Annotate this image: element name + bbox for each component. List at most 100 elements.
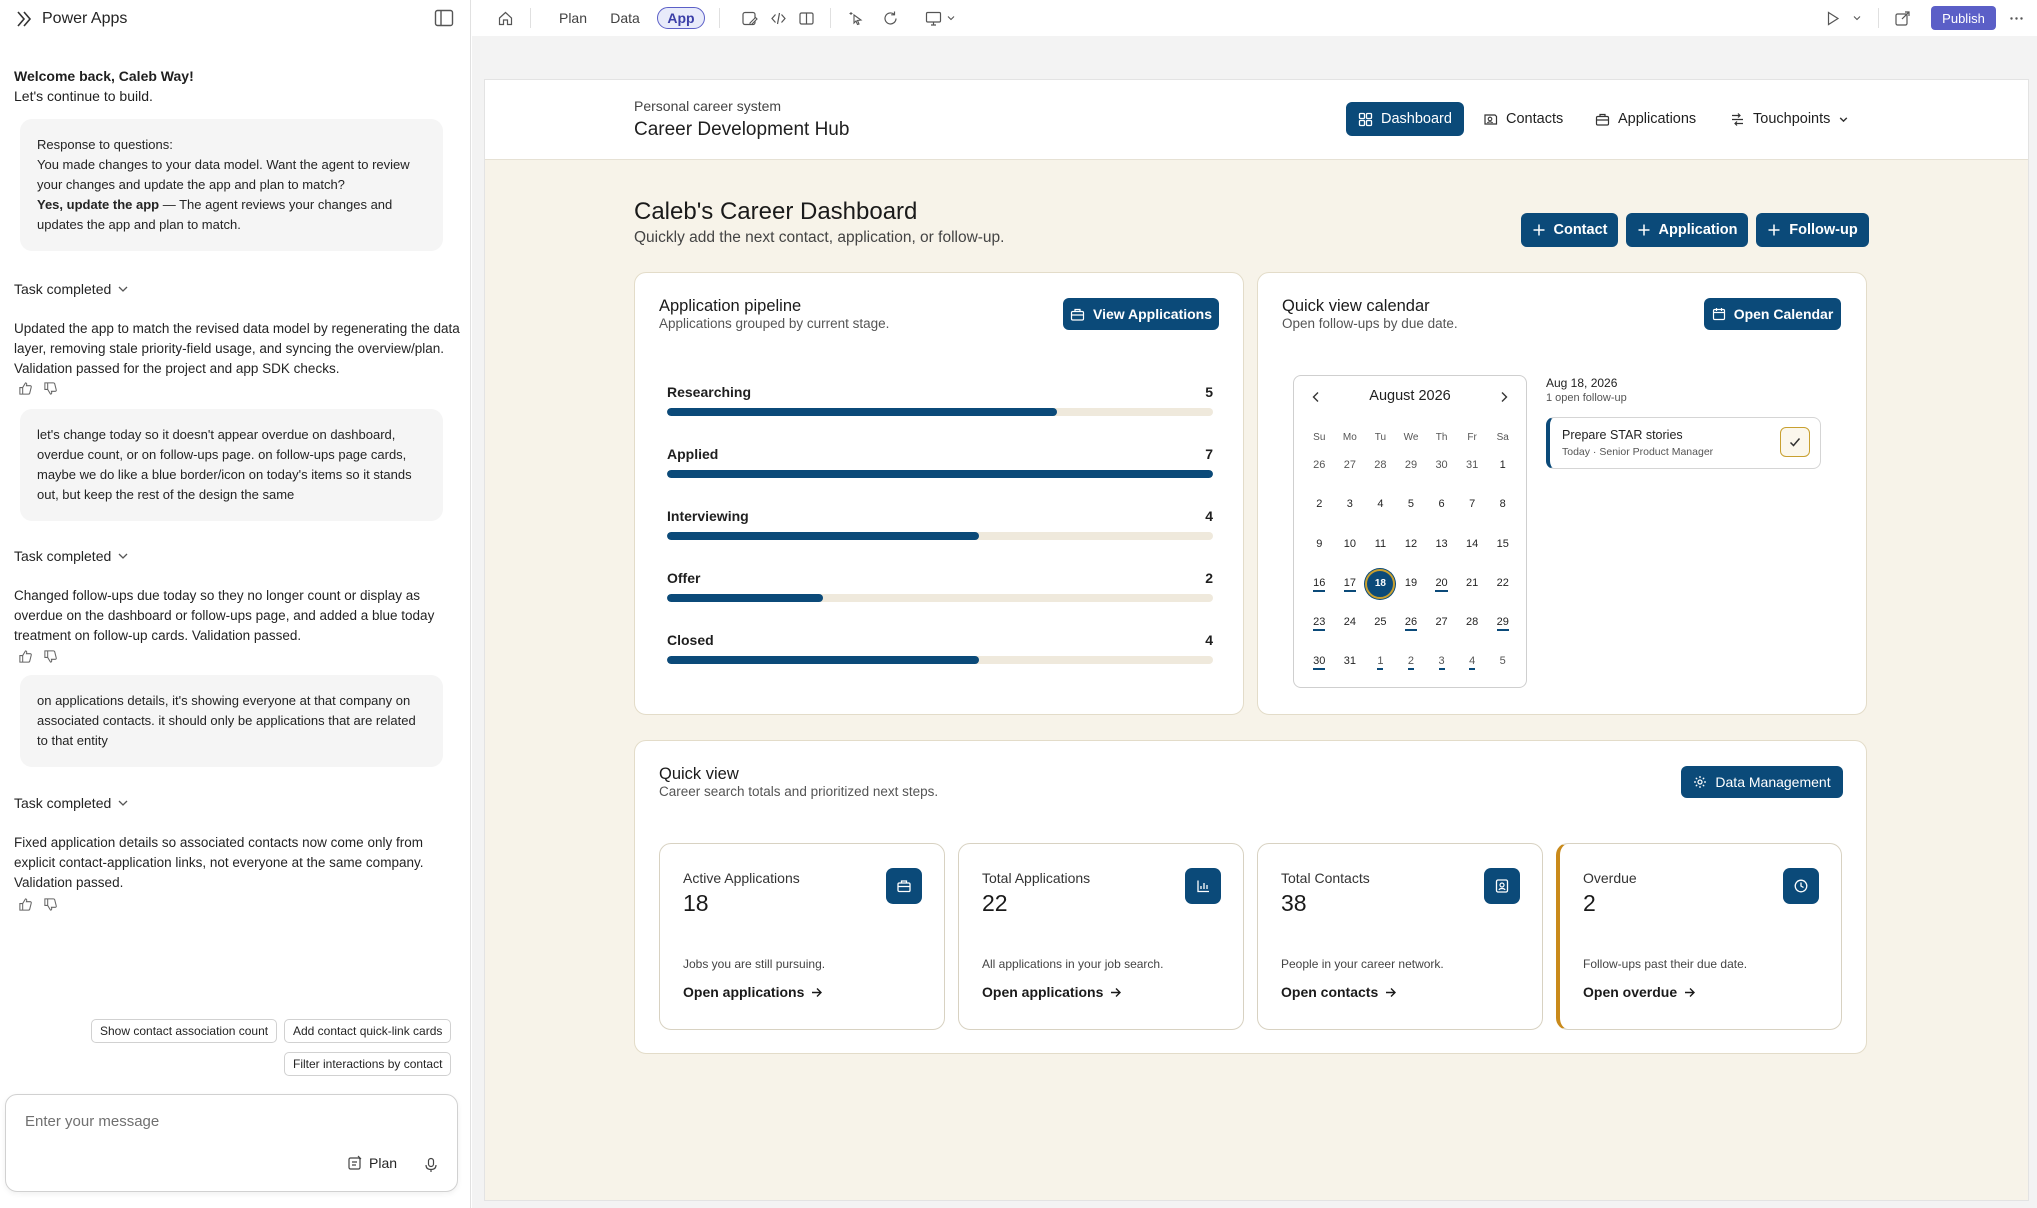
plan-button[interactable]: Plan	[347, 1155, 397, 1171]
add-application-button[interactable]: Application	[1626, 213, 1748, 247]
calendar-day[interactable]: 30	[1304, 648, 1335, 687]
thumbs-down-icon[interactable]	[43, 897, 58, 912]
calendar-day[interactable]: 3	[1426, 648, 1457, 687]
tab-data[interactable]: Data	[605, 7, 645, 29]
open-overdue-link[interactable]: Open overdue	[1583, 984, 1696, 1000]
play-options-dropdown[interactable]	[1851, 7, 1863, 29]
task-completed-label: Task completed	[14, 548, 112, 564]
feedback-row	[18, 897, 58, 912]
calendar-day[interactable]: 25	[1365, 609, 1396, 648]
calendar-day[interactable]: 5	[1396, 491, 1427, 530]
message-input[interactable]: Enter your message	[25, 1113, 159, 1130]
thumbs-up-icon[interactable]	[18, 897, 33, 912]
calendar-day[interactable]: 4	[1457, 648, 1488, 687]
calendar-day[interactable]: 12	[1396, 531, 1427, 570]
calendar-day[interactable]: 19	[1396, 570, 1427, 609]
device-preview-dropdown[interactable]	[922, 7, 958, 29]
calendar-day[interactable]: 28	[1365, 452, 1396, 491]
calendar-day[interactable]: 27	[1335, 452, 1366, 491]
calendar-day[interactable]: 6	[1426, 491, 1457, 530]
calendar-day[interactable]: 26	[1304, 452, 1335, 491]
add-follow-up-button[interactable]: Follow-up	[1756, 213, 1869, 247]
nav-touchpoints[interactable]: Touchpoints	[1718, 102, 1861, 136]
complete-follow-up-button[interactable]	[1780, 427, 1810, 457]
calendar-day[interactable]: 28	[1457, 609, 1488, 648]
calendar-day[interactable]: 16	[1304, 570, 1335, 609]
calendar-day[interactable]: 5	[1487, 648, 1518, 687]
calendar-day[interactable]: 9	[1304, 531, 1335, 570]
suggestion-chip[interactable]: Filter interactions by contact	[284, 1052, 452, 1076]
chevron-right-icon[interactable]	[1497, 390, 1511, 404]
publish-button[interactable]: Publish	[1931, 6, 1996, 30]
code-button[interactable]	[768, 7, 788, 29]
calendar-day[interactable]: 21	[1457, 570, 1488, 609]
suggestion-chip[interactable]: Add contact quick-link cards	[284, 1019, 452, 1043]
nav-dashboard[interactable]: Dashboard	[1346, 102, 1464, 136]
home-button[interactable]	[494, 7, 516, 29]
task-completed-toggle[interactable]: Task completed	[14, 281, 129, 297]
tab-app[interactable]: App	[657, 7, 705, 29]
task-completed-toggle[interactable]: Task completed	[14, 795, 129, 811]
calendar-day[interactable]: 1	[1365, 648, 1396, 687]
panel-toggle-icon[interactable]	[434, 9, 454, 27]
calendar-day[interactable]: 11	[1365, 531, 1396, 570]
response-body: You made changes to your data model. Wan…	[37, 157, 410, 192]
calendar-day[interactable]: 10	[1335, 531, 1366, 570]
calendar-day[interactable]: 24	[1335, 609, 1366, 648]
more-options-button[interactable]	[2006, 7, 2026, 29]
refresh-button[interactable]	[880, 7, 900, 29]
task-completed-toggle[interactable]: Task completed	[14, 548, 129, 564]
thumbs-up-icon[interactable]	[18, 649, 33, 664]
follow-up-card[interactable]: Prepare STAR stories Today · Senior Prod…	[1546, 417, 1821, 469]
add-contact-button[interactable]: Contact	[1521, 213, 1618, 247]
calendar-day[interactable]: 13	[1426, 531, 1457, 570]
nav-applications[interactable]: Applications	[1583, 102, 1708, 136]
calendar-day[interactable]: 29	[1396, 452, 1427, 491]
share-button[interactable]	[1892, 7, 1912, 29]
calendar-day[interactable]: 4	[1365, 491, 1396, 530]
split-view-button[interactable]	[796, 7, 816, 29]
calendar-day[interactable]: 27	[1426, 609, 1457, 648]
tab-plan[interactable]: Plan	[552, 7, 594, 29]
calendar-day[interactable]: 1	[1487, 452, 1518, 491]
copilot-panel: Power Apps Welcome back, Caleb Way! Let'…	[0, 0, 471, 1208]
message-composer[interactable]: Enter your message Plan	[5, 1094, 458, 1192]
thumbs-down-icon[interactable]	[43, 649, 58, 664]
thumbs-down-icon[interactable]	[43, 381, 58, 396]
calendar-day[interactable]: 3	[1335, 491, 1366, 530]
weekday-label: Mo	[1342, 432, 1357, 443]
calendar-day[interactable]: 18	[1365, 568, 1396, 609]
touchpoints-icon	[1732, 112, 1743, 126]
calendar-day[interactable]: 31	[1335, 648, 1366, 687]
calendar-day[interactable]: 2	[1304, 491, 1335, 530]
stat-card-total-contacts: Total Contacts 38 People in your career …	[1257, 843, 1543, 1030]
edit-button[interactable]	[739, 7, 759, 29]
calendar-day-number: 31	[1343, 655, 1356, 668]
calendar-day[interactable]: 22	[1487, 570, 1518, 609]
open-contacts-link[interactable]: Open contacts	[1281, 984, 1397, 1000]
calendar-day[interactable]: 31	[1457, 452, 1488, 491]
calendar-day[interactable]: 20	[1426, 570, 1457, 609]
calendar-day[interactable]: 30	[1426, 452, 1457, 491]
calendar-day[interactable]: 17	[1335, 570, 1366, 609]
open-applications-link[interactable]: Open applications	[683, 984, 823, 1000]
thumbs-up-icon[interactable]	[18, 381, 33, 396]
view-applications-button[interactable]: View Applications	[1063, 298, 1219, 330]
calendar-day[interactable]: 14	[1457, 531, 1488, 570]
calendar-day[interactable]: 15	[1487, 531, 1518, 570]
stat-card-active-applications: Active Applications 18 Jobs you are stil…	[659, 843, 945, 1030]
open-calendar-button[interactable]: Open Calendar	[1704, 298, 1841, 330]
calendar-day[interactable]: 23	[1304, 609, 1335, 648]
calendar-day[interactable]: 29	[1487, 609, 1518, 648]
play-button[interactable]	[1822, 7, 1842, 29]
calendar-day[interactable]: 26	[1396, 609, 1427, 648]
data-management-button[interactable]: Data Management	[1681, 766, 1843, 798]
calendar-day[interactable]: 8	[1487, 491, 1518, 530]
suggestion-chip[interactable]: Show contact association count	[91, 1019, 278, 1043]
open-applications-link[interactable]: Open applications	[982, 984, 1122, 1000]
nav-contacts[interactable]: Contacts	[1471, 102, 1575, 136]
microphone-icon[interactable]	[423, 1157, 439, 1173]
calendar-day[interactable]: 2	[1396, 648, 1427, 687]
select-element-button[interactable]	[846, 7, 866, 29]
calendar-day[interactable]: 7	[1457, 491, 1488, 530]
